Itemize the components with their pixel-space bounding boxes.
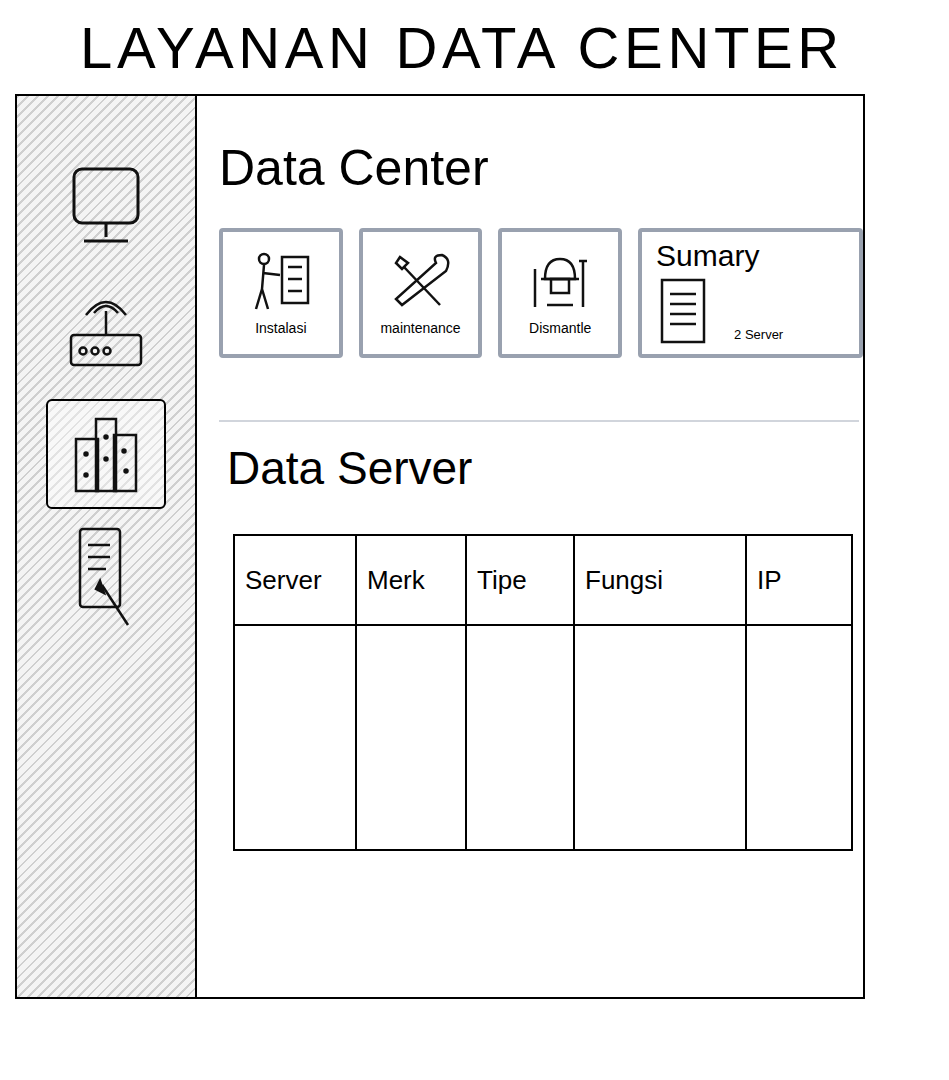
column-header: Fungsi	[574, 535, 746, 625]
server-table: ServerMerkTipeFungsiIP	[233, 534, 853, 851]
empty-cell	[466, 625, 574, 850]
page-title: LAYANAN DATA CENTER	[0, 16, 949, 80]
installer-icon	[246, 249, 316, 313]
page: LAYANAN DATA CENTER Data Center Instalasi m…	[0, 0, 949, 999]
tools-icon	[386, 249, 456, 313]
dismantle-icon	[525, 249, 595, 313]
service-card[interactable]: Instalasi	[219, 228, 343, 358]
sidebar-item[interactable]	[46, 399, 166, 509]
card-label: Instalasi	[255, 319, 306, 337]
empty-cell	[234, 625, 356, 850]
sidebar-item[interactable]	[46, 523, 166, 633]
summary-body: 2 Server	[656, 276, 845, 348]
summary-title: Sumary	[656, 238, 845, 274]
column-header: Server	[234, 535, 356, 625]
column-header: IP	[746, 535, 852, 625]
router-icon	[61, 285, 151, 375]
card-label: Dismantle	[529, 319, 591, 337]
service-cards: Instalasi maintenance Dismantle Sumary 2 Ser…	[219, 228, 863, 358]
sidebar-item[interactable]	[46, 275, 166, 385]
monitor-icon	[66, 161, 146, 251]
header-row: ServerMerkTipeFungsiIP	[234, 535, 852, 625]
sidebar	[17, 96, 197, 997]
main-content: Data Center Instalasi maintenance Dismantle…	[197, 96, 863, 997]
column-header: Tipe	[466, 535, 574, 625]
app-frame: Data Center Instalasi maintenance Dismantle…	[15, 94, 865, 999]
document-pen-icon	[66, 523, 146, 633]
empty-cell	[746, 625, 852, 850]
service-card[interactable]: maintenance	[359, 228, 483, 358]
empty-area	[234, 625, 852, 850]
summary-card[interactable]: Sumary 2 Server	[638, 228, 863, 358]
divider	[219, 420, 859, 422]
service-card[interactable]: Dismantle	[498, 228, 622, 358]
main-heading: Data Center	[219, 138, 863, 198]
empty-cell	[574, 625, 746, 850]
card-label: maintenance	[380, 319, 460, 337]
section-heading: Data Server	[219, 440, 863, 496]
building-icon	[66, 409, 146, 499]
sidebar-item[interactable]	[46, 151, 166, 261]
column-header: Merk	[356, 535, 466, 625]
table-header: ServerMerkTipeFungsiIP	[234, 535, 852, 625]
summary-value: 2 Server	[734, 326, 783, 348]
table-body	[234, 625, 852, 850]
report-icon	[656, 276, 716, 348]
empty-cell	[356, 625, 466, 850]
